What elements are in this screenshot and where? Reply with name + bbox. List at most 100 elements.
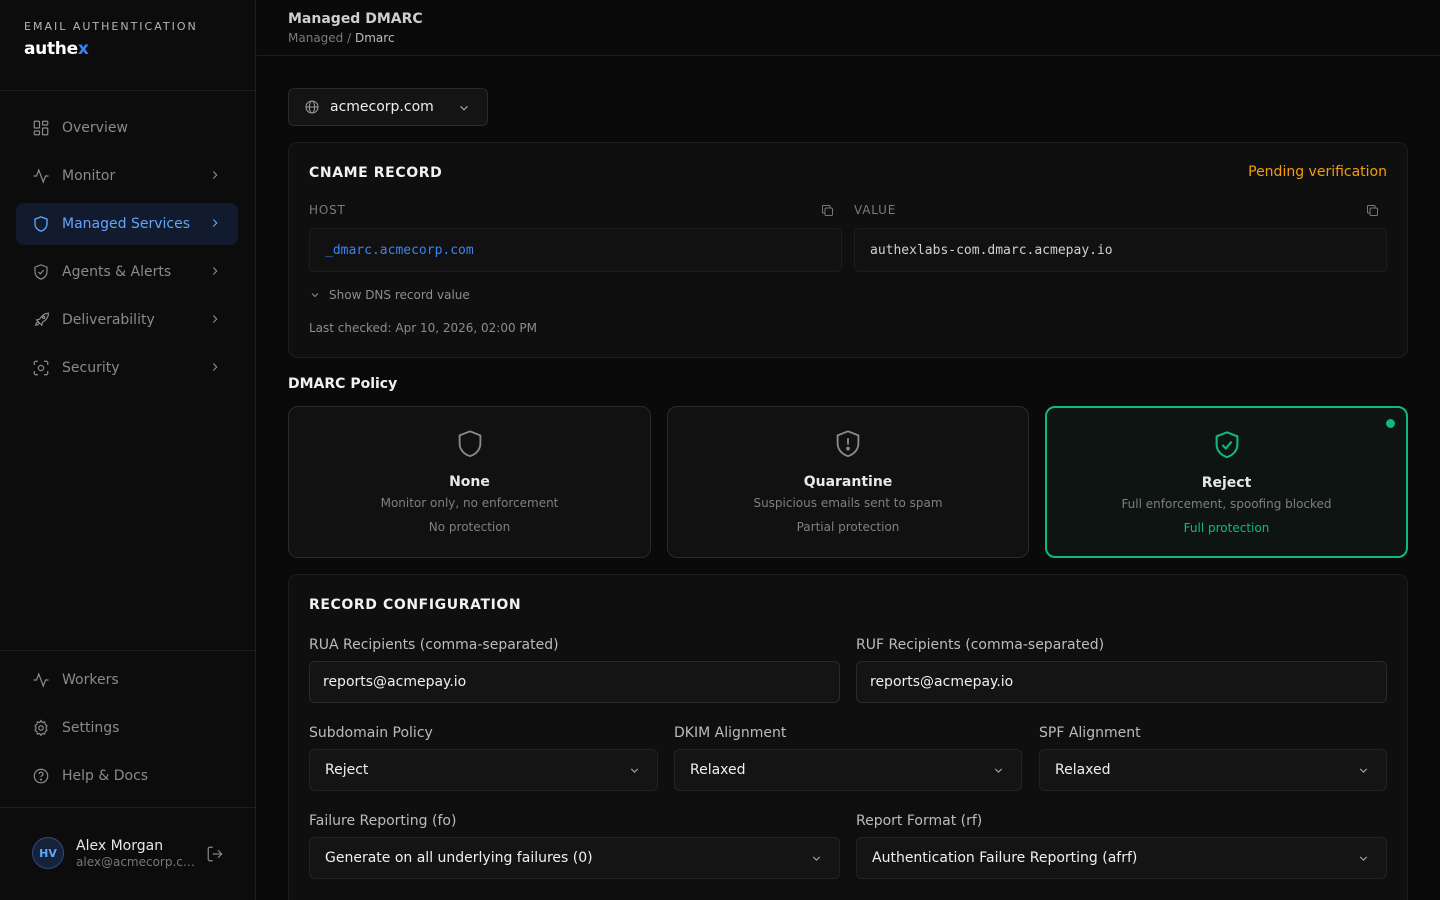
policy-name: Reject [1201,475,1252,491]
sidebar-item-managed-services[interactable]: Managed Services [16,203,238,245]
failure-reporting-label: Failure Reporting (fo) [309,813,457,829]
chevron-down-icon [812,856,821,861]
sidebar-item-label: Managed Services [62,216,190,232]
sidebar-item-label: Overview [62,120,128,136]
shield-check-icon [1215,431,1238,459]
domain-select-value: acmecorp.com [330,99,434,115]
chevron-down-icon [630,768,639,773]
failure-reporting-value: Generate on all underlying failures (0) [325,850,593,866]
user-name: Alex Morgan [76,837,164,854]
activity-icon [32,671,50,689]
policy-name: None [449,474,490,490]
sidebar-item-label: Help & Docs [62,768,149,784]
chevron-right-icon [212,363,218,371]
shield-check-icon [32,263,50,281]
config-card-title: RECORD CONFIGURATION [309,597,522,613]
gear-icon [32,719,50,737]
policy-protection: No protection [428,520,511,534]
cname-record-card: CNAME RECORD Pending verification HOST _… [288,142,1408,358]
report-format-value: Authentication Failure Reporting (afrf) [872,850,1138,866]
dmarc-policy-heading: DMARC Policy [288,376,398,392]
sidebar-item-security[interactable]: Security [16,347,238,389]
chevron-right-icon [212,171,218,179]
sidebar-item-label: Monitor [62,168,116,184]
dkim-alignment-select[interactable]: Relaxed [674,749,1022,791]
spf-alignment-label: SPF Alignment [1039,725,1141,741]
logout-icon[interactable] [206,845,224,863]
chevron-down-icon [311,293,319,298]
shield-icon [458,430,481,458]
host-label: HOST [309,203,346,217]
ruf-input[interactable]: reports@acmepay.io [856,661,1387,703]
chevron-right-icon [212,267,218,275]
chevron-down-icon [994,768,1003,773]
policy-description: Full enforcement, spoofing blocked [1121,497,1332,511]
sidebar-item-settings[interactable]: Settings [16,707,238,749]
spf-alignment-value: Relaxed [1055,762,1111,778]
report-format-label: Report Format (rf) [856,813,983,829]
selected-indicator [1386,419,1395,428]
value-label: VALUE [854,203,897,217]
brand-logo[interactable]: authex [24,39,198,59]
breadcrumb-parent[interactable]: Managed [288,31,343,45]
breadcrumb-separator: / [347,31,352,45]
sidebar-item-label: Settings [62,720,120,736]
brand: EMAIL AUTHENTICATION authex [24,20,198,59]
sidebar-item-agents-alerts[interactable]: Agents & Alerts [16,251,238,293]
sidebar-item-label: Workers [62,672,119,688]
rua-label: RUA Recipients (comma-separated) [309,637,559,653]
chevron-right-icon [212,315,218,323]
avatar: HV [32,837,64,869]
ruf-label: RUF Recipients (comma-separated) [856,637,1105,653]
sidebar-item-label: Deliverability [62,312,155,328]
show-dns-toggle[interactable]: Show DNS record value [309,288,470,302]
activity-icon [32,167,50,185]
chevron-right-icon [212,219,218,227]
sidebar-item-help-docs[interactable]: Help & Docs [16,755,238,797]
cname-value[interactable]: authexlabs-com.dmarc.acmepay.io [854,228,1387,272]
failure-reporting-select[interactable]: Generate on all underlying failures (0) [309,837,840,879]
policy-option-reject[interactable]: Reject Full enforcement, spoofing blocke… [1045,406,1408,558]
brand-kicker: EMAIL AUTHENTICATION [24,20,198,33]
cname-card-title: CNAME RECORD [309,165,443,181]
report-format-select[interactable]: Authentication Failure Reporting (afrf) [856,837,1387,879]
copy-value-icon[interactable] [1365,203,1380,218]
status-badge: Pending verification [1248,164,1387,180]
policy-option-none[interactable]: None Monitor only, no enforcement No pro… [288,406,651,558]
rua-input[interactable]: reports@acmepay.io [309,661,840,703]
copy-host-icon[interactable] [820,203,835,218]
globe-icon [305,100,319,114]
record-configuration-card: RECORD CONFIGURATION RUA Recipients (com… [288,574,1408,900]
sidebar-divider [0,650,256,651]
chevron-down-icon [1359,856,1368,861]
sidebar-item-overview[interactable]: Overview [16,107,238,149]
policy-option-quarantine[interactable]: Quarantine Suspicious emails sent to spa… [667,406,1029,558]
sidebar-item-workers[interactable]: Workers [16,659,238,701]
chevron-down-icon [1359,768,1368,773]
sidebar-item-deliverability[interactable]: Deliverability [16,299,238,341]
top-bar: Managed DMARC Managed / Dmarc [257,0,1440,56]
policy-description: Suspicious emails sent to spam [753,496,943,510]
scan-icon [32,359,50,377]
user-profile[interactable]: HV Alex Morgan alex@acmecorp.com [32,837,200,869]
sidebar-item-label: Security [62,360,120,376]
sidebar-item-monitor[interactable]: Monitor [16,155,238,197]
sidebar-divider [0,90,256,91]
domain-select[interactable]: acmecorp.com [288,88,488,126]
sidebar: EMAIL AUTHENTICATION authex Overview Mon… [0,0,256,900]
brand-logo-main: authe [24,39,78,59]
sidebar-divider [0,807,256,808]
rocket-icon [32,311,50,329]
brand-logo-accent: x [77,39,89,59]
shield-icon [32,215,50,233]
dkim-alignment-value: Relaxed [690,762,746,778]
grid-icon [32,119,50,137]
spf-alignment-select[interactable]: Relaxed [1039,749,1387,791]
subdomain-policy-select[interactable]: Reject [309,749,658,791]
page-title: Managed DMARC [288,11,423,27]
subdomain-policy-value: Reject [325,762,369,778]
host-value[interactable]: _dmarc.acmecorp.com [309,228,842,272]
help-circle-icon [32,767,50,785]
policy-protection: Partial protection [796,520,900,534]
user-email: alex@acmecorp.com [76,854,200,869]
